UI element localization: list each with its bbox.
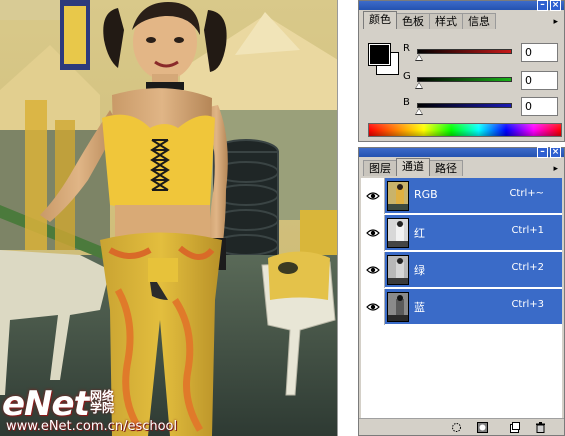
close-icon[interactable]: × <box>550 147 561 158</box>
channel-row-red[interactable]: 红 Ctrl+1 <box>361 215 562 251</box>
slider-green: G 0 <box>403 71 563 93</box>
minimize-icon[interactable]: – <box>537 147 548 158</box>
new-channel-icon[interactable] <box>509 422 520 433</box>
channel-thumbnail-green <box>387 255 409 285</box>
channel-shortcut: Ctrl+3 <box>511 299 544 310</box>
channel-row-green[interactable]: 绿 Ctrl+2 <box>361 252 562 288</box>
channel-thumbnail-rgb <box>387 181 409 211</box>
slider-red: R 0 <box>403 43 563 65</box>
tab-info[interactable]: 信息 <box>462 13 496 29</box>
visibility-toggle[interactable] <box>361 215 385 251</box>
color-spectrum-bar[interactable] <box>368 123 562 137</box>
tab-layers[interactable]: 图层 <box>363 160 397 176</box>
color-panel-window-buttons: – × <box>537 0 561 11</box>
channel-row-blue[interactable]: 蓝 Ctrl+3 <box>361 289 562 325</box>
tab-color[interactable]: 颜色 <box>363 11 397 29</box>
watermark-chinese-line-2: 学院 <box>90 401 115 415</box>
tab-styles[interactable]: 样式 <box>429 13 463 29</box>
slider-red-track[interactable] <box>417 49 512 54</box>
channels-panel-toolbar <box>359 418 564 435</box>
panel-menu-icon[interactable]: ▸ <box>553 17 558 27</box>
visibility-toggle[interactable] <box>361 178 385 214</box>
panel-menu-icon[interactable]: ▸ <box>553 164 558 174</box>
channels-panel: – × 图层 通道 路径 ▸ RGB Ctrl+~ 红 Ctrl+1 绿 Ctr… <box>358 147 565 436</box>
channel-thumbnail-blue <box>387 292 409 322</box>
channel-shortcut: Ctrl+1 <box>511 225 544 236</box>
minimize-icon[interactable]: – <box>537 0 548 11</box>
slider-blue-track[interactable] <box>417 103 512 108</box>
tab-channels[interactable]: 通道 <box>396 158 430 176</box>
save-selection-icon[interactable] <box>477 422 488 433</box>
blue-value-field[interactable]: 0 <box>521 97 558 116</box>
visibility-toggle[interactable] <box>361 289 385 325</box>
color-panel-titlebar[interactable] <box>359 1 564 10</box>
slider-blue-label: B <box>403 97 410 108</box>
slider-red-label: R <box>403 43 410 54</box>
tab-paths[interactable]: 路径 <box>429 160 463 176</box>
channel-list: RGB Ctrl+~ 红 Ctrl+1 绿 Ctrl+2 蓝 Ctrl+3 <box>361 178 562 418</box>
channel-name: 绿 <box>414 264 425 277</box>
close-icon[interactable]: × <box>550 0 561 11</box>
red-value-field[interactable]: 0 <box>521 43 558 62</box>
foreground-color-swatch[interactable] <box>368 43 391 66</box>
channels-panel-titlebar[interactable] <box>359 148 564 157</box>
channel-name: 蓝 <box>414 301 425 314</box>
watermark-url: www.eNet.com.cn/eschool <box>6 419 178 434</box>
image-canvas[interactable]: eNet 网络 学院 www.eNet.com.cn/eschool <box>0 0 338 436</box>
channels-panel-tabs: 图层 通道 路径 <box>363 158 564 176</box>
channel-row-rgb[interactable]: RGB Ctrl+~ <box>361 178 562 214</box>
slider-green-track[interactable] <box>417 77 512 82</box>
slider-blue: B 0 <box>403 97 563 119</box>
load-selection-icon[interactable] <box>451 422 462 433</box>
channel-thumbnail-red <box>387 218 409 248</box>
watermark-logo: eNet <box>2 384 90 424</box>
color-panel: – × 颜色 色板 样式 信息 ▸ R 0 G 0 B 0 <box>358 0 565 142</box>
photo <box>0 0 337 436</box>
delete-channel-icon[interactable] <box>535 422 546 433</box>
watermark-chinese: 网络 学院 <box>90 390 114 414</box>
slider-green-label: G <box>403 71 411 82</box>
channel-name: RGB <box>414 188 438 201</box>
slider-blue-thumb[interactable] <box>415 108 423 115</box>
color-panel-tabs: 颜色 色板 样式 信息 <box>363 11 564 29</box>
green-value-field[interactable]: 0 <box>521 71 558 90</box>
eye-icon <box>365 229 380 237</box>
tab-swatches[interactable]: 色板 <box>396 13 430 29</box>
channels-panel-window-buttons: – × <box>537 147 561 158</box>
eye-icon <box>365 192 380 200</box>
eye-icon <box>365 303 380 311</box>
slider-red-thumb[interactable] <box>415 54 423 61</box>
visibility-toggle[interactable] <box>361 252 385 288</box>
eye-icon <box>365 266 380 274</box>
channel-shortcut: Ctrl+2 <box>511 262 544 273</box>
slider-green-thumb[interactable] <box>415 82 423 89</box>
channel-shortcut: Ctrl+~ <box>509 188 544 199</box>
palette-area: – × 颜色 色板 样式 信息 ▸ R 0 G 0 B 0 – × 图层 通道 … <box>339 0 565 436</box>
channel-name: 红 <box>414 227 425 240</box>
